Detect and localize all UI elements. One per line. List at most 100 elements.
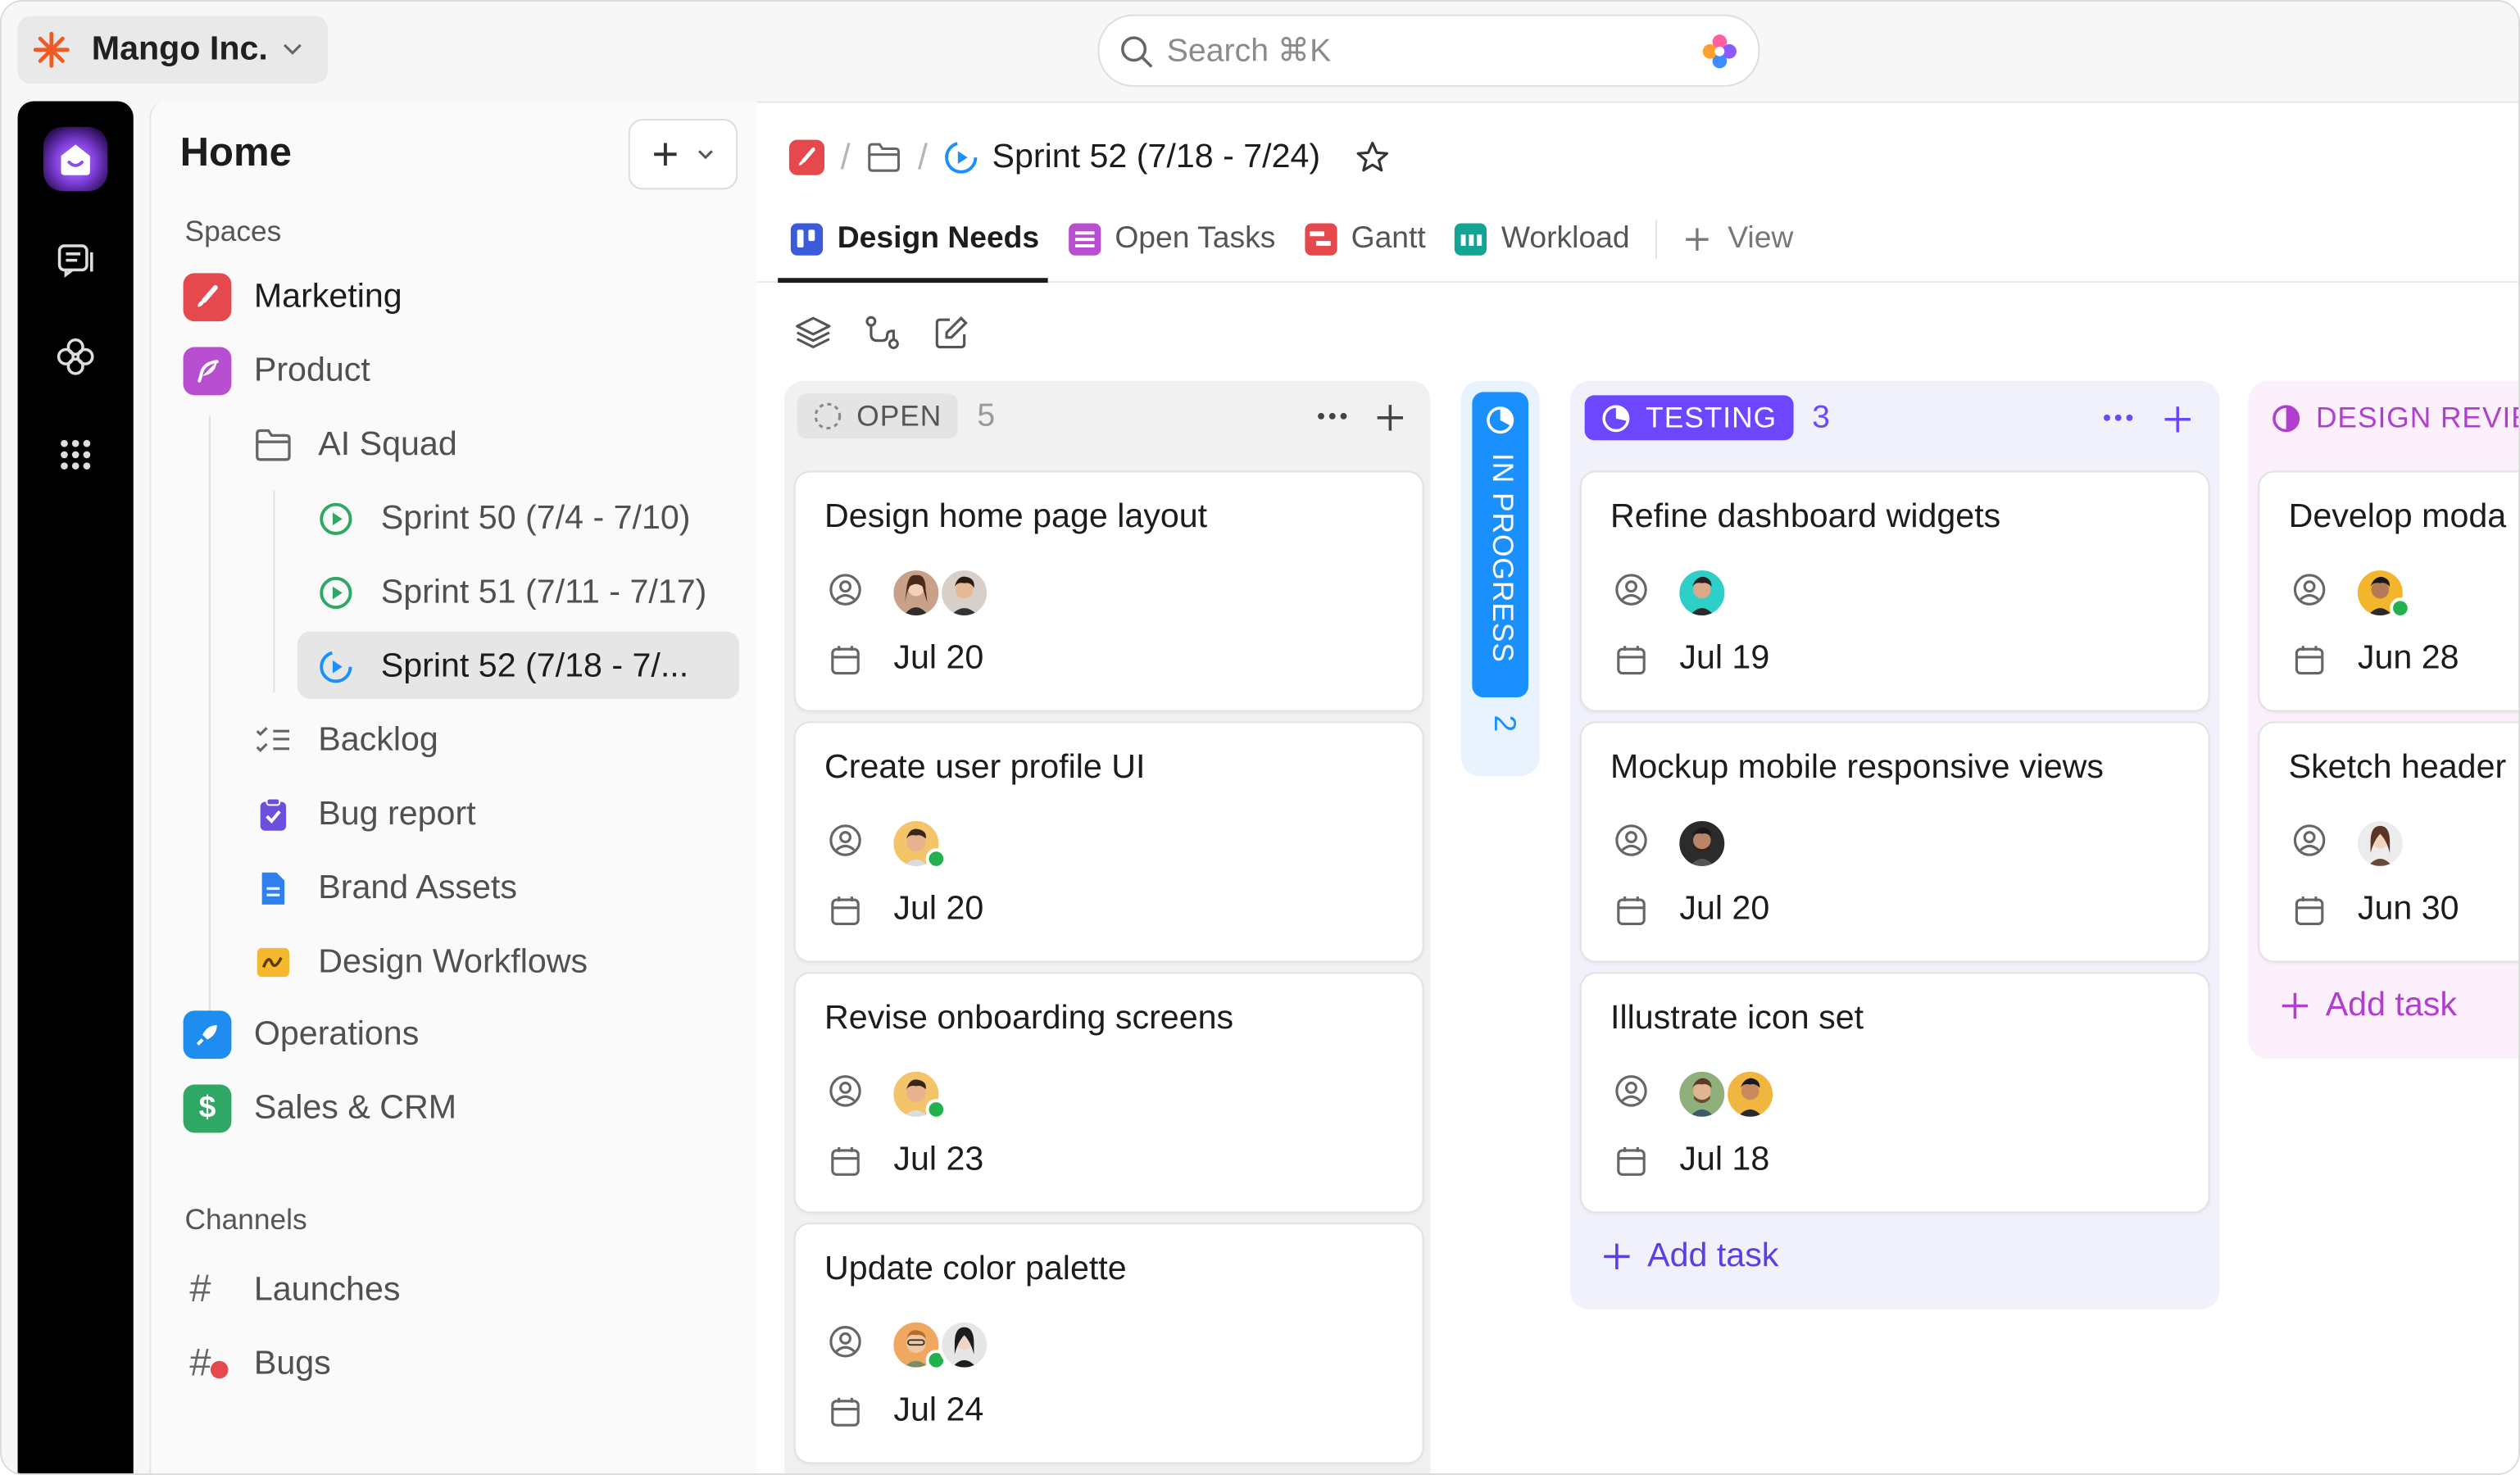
spaces-heading: Spaces (184, 215, 282, 247)
column-in-progress-collapsed[interactable]: IN PROGRESS 2 (1460, 380, 1540, 777)
add-task-label: Add task (2325, 986, 2457, 1024)
calendar-icon[interactable] (1614, 1144, 1649, 1179)
ai-brain-icon[interactable] (1700, 32, 1739, 70)
folder-icon[interactable] (866, 142, 901, 174)
more-icon[interactable] (2100, 408, 2136, 428)
task-card[interactable]: Mockup mobile responsive views Jul 20 (1579, 721, 2210, 963)
tab-gantt[interactable]: Gantt (1292, 216, 1438, 264)
plus-icon[interactable] (2164, 405, 2192, 433)
task-card[interactable]: Design home page layout Jul 20 (793, 470, 1424, 712)
plus-icon[interactable] (1376, 403, 1405, 432)
tab-workload[interactable]: Workload (1442, 216, 1642, 264)
search-icon (1121, 35, 1152, 67)
due-date: Jul 19 (1679, 639, 1770, 677)
status-pill[interactable]: OPEN (797, 393, 958, 439)
workspace-logo-icon (30, 29, 72, 70)
assignee-icon[interactable] (828, 572, 863, 607)
tab-design-needs[interactable]: Design Needs (778, 216, 1052, 264)
due-date: Jun 28 (2357, 639, 2459, 677)
apps-grid-icon[interactable] (53, 432, 98, 477)
list-label: Backlog (318, 721, 438, 759)
workload-icon (1455, 223, 1487, 256)
layers-icon[interactable] (794, 313, 833, 352)
tab-label: Workload (1501, 221, 1630, 256)
list-label: Design Workflows (318, 942, 588, 981)
status-count: 2 (1487, 715, 1521, 733)
task-card[interactable]: Refine dashboard widgets Jul 19 (1579, 470, 2210, 712)
search-bar[interactable]: Search ⌘K (1097, 14, 1760, 87)
assignee-icon[interactable] (2292, 823, 2327, 858)
column-header: TESTING 3 (1584, 395, 1830, 441)
sidebar-space-marketing[interactable]: Marketing (183, 266, 402, 329)
status-review-icon (2273, 405, 2300, 433)
star-icon[interactable] (1352, 138, 1391, 177)
status-count: 3 (1812, 399, 1830, 435)
calendar-icon[interactable] (1614, 642, 1649, 678)
sidebar-channel-launches[interactable]: # Launches (189, 1258, 400, 1322)
task-card[interactable]: Update color palette Jul 24 (793, 1223, 1424, 1464)
assignee-icon[interactable] (828, 1324, 863, 1359)
sidebar-space-operations[interactable]: Operations (183, 1003, 419, 1067)
task-card[interactable]: Revise onboarding screens Jul 23 (793, 972, 1424, 1214)
status-pill[interactable]: IN PROGRESS (1472, 392, 1529, 697)
inbox-chat-icon[interactable] (53, 236, 98, 281)
sidebar-list-design-workflows[interactable]: Design Workflows (254, 930, 588, 994)
route-icon[interactable] (863, 313, 901, 352)
main-panel: / / Sprint 52 (7/18 - 7/24) Design Needs… (756, 101, 2519, 1474)
tab-open-tasks[interactable]: Open Tasks (1056, 216, 1288, 264)
assignee-icon[interactable] (1614, 823, 1649, 858)
calendar-icon[interactable] (1614, 893, 1649, 928)
calendar-icon[interactable] (828, 1144, 863, 1179)
workspace-switcher[interactable]: Mango Inc. (17, 16, 329, 84)
breadcrumb: / / Sprint 52 (7/18 - 7/24) (788, 132, 1391, 184)
sprint-label: Sprint 52 (7/18 - 7/... (380, 647, 689, 685)
home-icon[interactable] (43, 126, 108, 192)
hash-icon: # (189, 1268, 211, 1312)
brain-icon[interactable] (53, 334, 98, 379)
column-header: OPEN 5 (797, 393, 995, 439)
more-icon[interactable] (1314, 406, 1350, 426)
due-date: Jul 20 (893, 890, 984, 928)
sidebar-sprint-51[interactable]: Sprint 51 (7/11 - 7/17) (318, 560, 706, 624)
assignee-icon[interactable] (828, 1073, 863, 1109)
plus-icon (1604, 1243, 1630, 1270)
avatar (1676, 1068, 1728, 1120)
edit-icon[interactable] (932, 313, 970, 352)
task-title: Design home page layout (824, 497, 1208, 535)
avatar (2354, 818, 2406, 869)
sidebar-space-sales-crm[interactable]: $ Sales & CRM (183, 1077, 456, 1141)
avatar (1676, 818, 1728, 869)
calendar-icon[interactable] (2292, 642, 2327, 678)
calendar-icon[interactable] (828, 642, 863, 678)
task-card[interactable]: Sketch header Jun 30 (2258, 721, 2519, 963)
sprint-label: Sprint 51 (7/11 - 7/17) (380, 574, 707, 611)
calendar-icon[interactable] (828, 893, 863, 928)
assignee-icon[interactable] (828, 823, 863, 858)
sidebar-folder-ai-squad[interactable]: AI Squad (254, 413, 457, 477)
sidebar-sprint-52[interactable]: Sprint 52 (7/18 - 7/... (318, 635, 688, 699)
task-card[interactable]: Create user profile UI Jul 20 (793, 721, 1424, 963)
sidebar-list-brand-assets[interactable]: Brand Assets (254, 856, 517, 920)
status-pill[interactable]: TESTING (1584, 395, 1793, 441)
add-task-button[interactable]: Add task (2281, 987, 2457, 1025)
add-task-button[interactable]: Add task (1602, 1237, 1778, 1276)
sidebar-space-product[interactable]: Product (183, 339, 370, 403)
task-card[interactable]: Develop moda Jun 28 (2258, 470, 2519, 712)
brush-icon (183, 273, 232, 322)
assignee-icon[interactable] (1614, 572, 1649, 607)
sprint-done-icon (320, 502, 352, 535)
create-button[interactable] (628, 119, 738, 190)
channel-label: Launches (253, 1270, 401, 1309)
add-view-button[interactable]: View (1670, 216, 1806, 264)
column-header[interactable]: DESIGN REVIE (2271, 402, 2518, 435)
calendar-icon[interactable] (828, 1395, 863, 1430)
sidebar-list-backlog[interactable]: Backlog (254, 709, 438, 773)
sidebar-list-bug-report[interactable]: Bug report (254, 783, 476, 846)
task-card[interactable]: Illustrate icon set Jul 18 (1579, 972, 2210, 1214)
sidebar-channel-bugs[interactable]: # Bugs (189, 1332, 330, 1396)
sidebar-sprint-50[interactable]: Sprint 50 (7/4 - 7/10) (318, 487, 691, 551)
assignee-icon[interactable] (2292, 572, 2327, 607)
assignee-icon[interactable] (1614, 1073, 1649, 1109)
space-marketing-icon[interactable] (788, 139, 825, 175)
calendar-icon[interactable] (2292, 893, 2327, 928)
